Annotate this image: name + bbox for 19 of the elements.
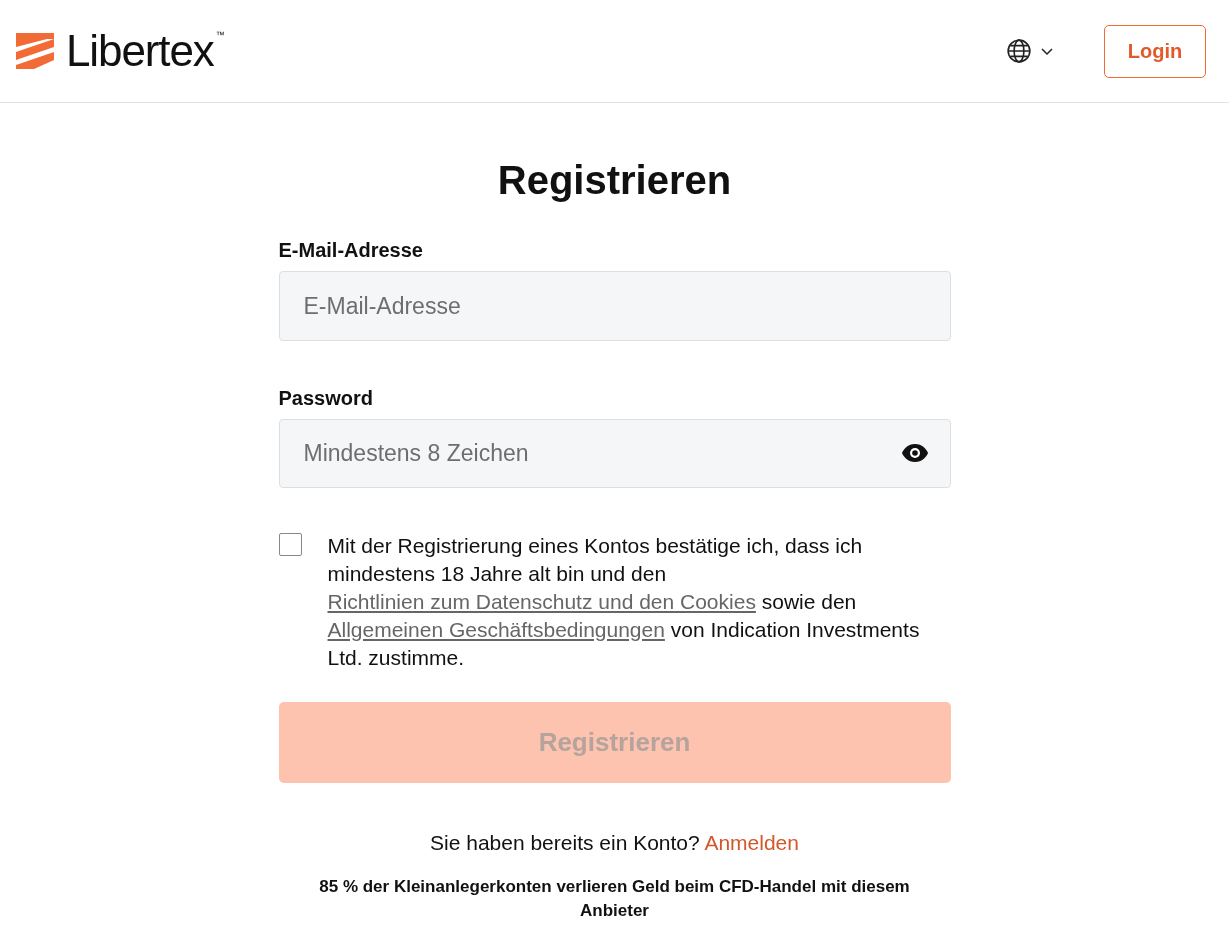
password-field[interactable]: Mindestens 8 Zeichen (278, 419, 951, 488)
language-selector[interactable] (1006, 38, 1054, 64)
consent-text: Mit der Registrierung eines Kontos bestätige ich, dass ich mindestens 18 Jahre alt bin und den Richtlinien zum Datenschutz und den Cookies sowie den Allgemeinen Geschäftsbedingungen von Indication Investments Ltd. zustimme. (327, 533, 921, 671)
page-title: Registrieren (496, 157, 733, 204)
globe-icon (1006, 38, 1032, 64)
login-button[interactable]: Login (1104, 24, 1206, 78)
eye-icon[interactable] (900, 443, 929, 463)
email-label: E-Mail-Adresse (278, 238, 423, 263)
password-label: Password (278, 386, 373, 411)
signin-link[interactable]: Anmelden (704, 831, 799, 854)
email-field[interactable]: E-Mail-Adresse (278, 271, 951, 341)
login-prompt: Sie haben bereits ein Konto? (430, 831, 700, 854)
consent-checkbox[interactable] (278, 533, 302, 556)
logo-icon (16, 33, 54, 69)
trademark: ™ (215, 29, 225, 42)
consent-link[interactable]: Richtlinien zum Datenschutz und den Cookies (327, 590, 756, 613)
consent-link[interactable]: Allgemeinen Geschäftsbedingungen (327, 618, 665, 641)
logo-text: Libertex (66, 29, 214, 73)
risk-warning: 85 % der Kleinanlegerkonten verlieren Geld beim CFD-Handel mit diesem Anbieter (318, 876, 911, 922)
